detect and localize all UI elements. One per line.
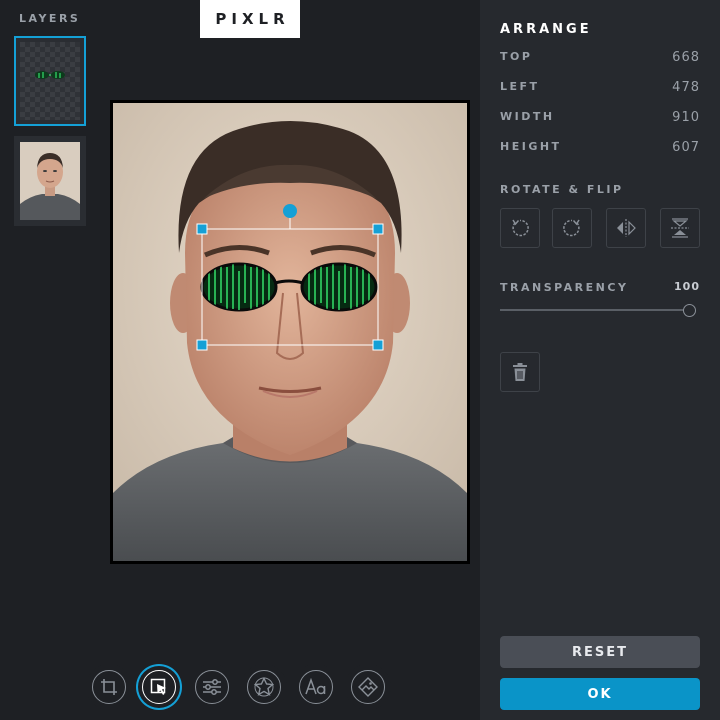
prop-left-value[interactable]: 478	[672, 80, 700, 95]
rotate-left-icon	[512, 219, 529, 237]
ok-button[interactable]: OK	[500, 678, 700, 710]
reset-button[interactable]: RESET	[500, 636, 700, 668]
image-canvas[interactable]	[110, 100, 470, 564]
prop-top-label: TOP	[500, 50, 533, 63]
rotate-right-icon	[563, 219, 580, 237]
prop-width-label: WIDTH	[500, 110, 555, 123]
layer-thumb-glasses[interactable]	[14, 36, 86, 126]
flip-horizontal-button[interactable]	[606, 208, 646, 248]
prop-top-value[interactable]: 668	[672, 50, 700, 65]
prop-left-label: LEFT	[500, 80, 540, 93]
prop-height[interactable]: HEIGHT 607	[500, 140, 700, 156]
prop-height-value[interactable]: 607	[672, 140, 700, 155]
photo-thumbnail	[20, 142, 80, 220]
transparency-value: 100	[674, 280, 700, 293]
canvas-image	[113, 103, 467, 561]
photo-icon	[358, 677, 378, 697]
adjust-icon	[203, 679, 221, 695]
rotate-right-button[interactable]	[552, 208, 592, 248]
prop-width-value[interactable]: 910	[672, 110, 700, 125]
panel-title: ARRANGE	[500, 22, 592, 37]
text-icon	[305, 678, 326, 695]
flip-vertical-icon	[671, 218, 689, 238]
prop-top[interactable]: TOP 668	[500, 50, 700, 66]
pixlr-logo: PIXLR	[200, 0, 300, 38]
delete-layer-button[interactable]	[500, 352, 540, 392]
sticker-icon	[254, 677, 274, 697]
transparency-slider-track[interactable]	[500, 309, 684, 311]
trash-icon	[513, 363, 527, 381]
layer-thumb-photo[interactable]	[14, 136, 86, 226]
pixlr-editor: LAYERS PIXLR ARRANGE TOP 668 LEFT 478 WI…	[0, 0, 720, 720]
crop-icon	[101, 679, 117, 695]
arrange-icon	[150, 678, 166, 695]
transparency-label: TRANSPARENCY	[500, 281, 629, 294]
arrange-tool-button[interactable]	[136, 664, 182, 710]
transparency-slider-knob[interactable]	[683, 304, 696, 317]
text-tool-button[interactable]	[293, 664, 339, 710]
arrange-panel: ARRANGE TOP 668 LEFT 478 WIDTH 910 HEIGH…	[480, 0, 720, 720]
prop-height-label: HEIGHT	[500, 140, 562, 153]
glasses-thumbnail	[35, 71, 65, 79]
prop-left[interactable]: LEFT 478	[500, 80, 700, 96]
crop-tool-button[interactable]	[86, 664, 132, 710]
flip-horizontal-icon	[617, 219, 636, 237]
flip-vertical-button[interactable]	[660, 208, 700, 248]
rotate-left-button[interactable]	[500, 208, 540, 248]
prop-width[interactable]: WIDTH 910	[500, 110, 700, 126]
photo-tool-button[interactable]	[345, 664, 391, 710]
layers-title: LAYERS	[19, 12, 81, 25]
rotate-flip-label: ROTATE & FLIP	[500, 183, 624, 196]
sticker-tool-button[interactable]	[241, 664, 287, 710]
adjust-tool-button[interactable]	[189, 664, 235, 710]
